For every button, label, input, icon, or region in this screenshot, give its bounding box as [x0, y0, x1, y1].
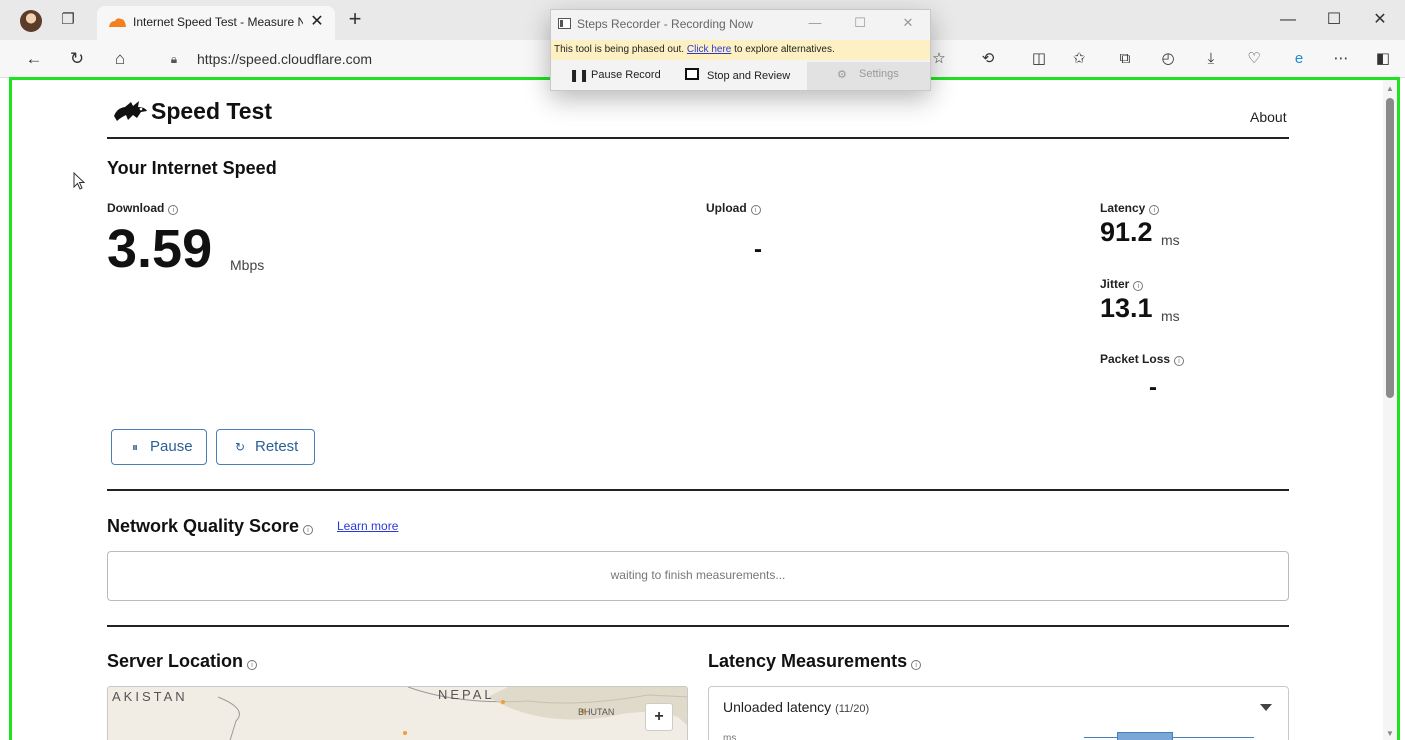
network-quality-heading: Network Quality Score i	[107, 516, 314, 537]
download-icon[interactable]: ⤓	[1200, 49, 1222, 69]
cloudflare-favicon-icon	[109, 18, 126, 27]
sidebar-icon[interactable]: ◧	[1372, 49, 1394, 69]
retest-button[interactable]: ↻ Retest	[216, 429, 315, 465]
download-value: 3.59	[107, 219, 213, 279]
favorite-star-icon[interactable]: ☆	[928, 49, 950, 69]
address-bar-url[interactable]: https://speed.cloudflare.com	[197, 51, 372, 67]
packet-loss-label: Packet Loss i	[1100, 352, 1185, 366]
boxplot-box	[1117, 732, 1173, 740]
page-viewport: Speed Test About Your Internet Speed Dow…	[9, 77, 1400, 740]
latency-value: 91.2	[1100, 217, 1153, 247]
stop-icon	[685, 68, 699, 80]
jitter-value: 13.1	[1100, 293, 1153, 323]
latency-label: Latency i	[1100, 201, 1160, 215]
tab-title: Internet Speed Test - Measure N	[133, 15, 303, 29]
info-icon[interactable]: i	[247, 660, 258, 670]
sr-maximize-icon[interactable]: ☐	[851, 15, 869, 31]
quality-status-text: waiting to finish measurements...	[610, 568, 786, 582]
mouse-cursor-icon	[73, 172, 85, 190]
page-scrollbar[interactable]: ▲ ▼	[1383, 80, 1397, 740]
sr-minimize-icon[interactable]: —	[806, 15, 824, 31]
favorites-icon[interactable]: ✩	[1068, 49, 1090, 69]
pause-icon: ❚❚	[569, 68, 590, 82]
map-label: NEPAL	[438, 687, 495, 702]
refresh-icon[interactable]: ↻	[65, 48, 89, 70]
extensions-icon[interactable]: ⟲	[977, 49, 999, 69]
latency-measurements-panel: Unloaded latency (11/20) ms	[708, 686, 1289, 740]
download-unit: Mbps	[230, 257, 265, 273]
scroll-up-icon[interactable]: ▲	[1385, 84, 1395, 94]
quality-score-box: waiting to finish measurements...	[107, 551, 1289, 601]
collections-icon[interactable]: ⧉	[1114, 49, 1136, 69]
more-icon[interactable]: ⋯	[1330, 49, 1352, 69]
browser-tab[interactable]: Internet Speed Test - Measure N ✕	[97, 6, 335, 40]
steps-recorder-app-icon	[558, 18, 571, 29]
header-divider	[107, 137, 1289, 139]
dropdown-caret-icon[interactable]	[1260, 704, 1272, 711]
new-tab-button[interactable]: +	[344, 8, 366, 30]
about-link[interactable]: About	[1250, 109, 1287, 125]
split-screen-icon[interactable]: ◫	[1028, 49, 1050, 69]
section-divider	[107, 489, 1289, 491]
settings-button[interactable]: ⚙ Settings	[807, 62, 930, 90]
stop-and-review-button[interactable]: Stop and Review	[685, 68, 790, 82]
back-icon[interactable]: ←	[22, 48, 46, 70]
jitter-unit: ms	[1161, 308, 1180, 324]
rabbit-logo-icon	[114, 101, 147, 121]
steps-recorder-window: Steps Recorder - Recording Now — ☐ ✕ Thi…	[550, 9, 931, 91]
minimize-icon[interactable]: —	[1276, 10, 1300, 30]
info-icon[interactable]: i	[303, 525, 314, 535]
download-label: Download i	[107, 201, 179, 215]
learn-more-link[interactable]: Learn more	[337, 519, 398, 533]
gear-icon: ⚙	[837, 69, 847, 81]
info-icon[interactable]: i	[168, 205, 179, 215]
alternatives-link[interactable]: Click here	[687, 44, 731, 55]
map-label: BHUTAN	[578, 707, 615, 717]
server-location-map[interactable]: AKISTAN NEPAL BHUTAN +	[107, 686, 688, 740]
tab-close-icon[interactable]: ✕	[307, 12, 327, 32]
info-icon[interactable]: i	[750, 205, 761, 215]
latency-count: (11/20)	[835, 703, 870, 715]
pause-circle-icon: ⏸︎	[131, 440, 138, 454]
map-label: AKISTAN	[112, 689, 188, 704]
maximize-icon[interactable]: ☐	[1322, 10, 1346, 30]
jitter-label: Jitter i	[1100, 277, 1144, 291]
section-divider	[107, 625, 1289, 627]
latency-type-select[interactable]: Unloaded latency (11/20)	[723, 699, 869, 715]
upload-value: -	[754, 236, 762, 263]
pause-button[interactable]: ⏸︎ Pause	[111, 429, 207, 465]
latency-unit: ms	[1161, 232, 1180, 248]
steps-recorder-title: Steps Recorder - Recording Now	[577, 17, 754, 31]
server-location-heading: Server Location i	[107, 651, 258, 672]
upload-label: Upload i	[706, 201, 761, 215]
scroll-down-icon[interactable]: ▼	[1385, 729, 1395, 739]
info-icon[interactable]: i	[1174, 356, 1185, 366]
speed-test-page: Speed Test About Your Internet Speed Dow…	[12, 80, 1389, 740]
close-window-icon[interactable]: ✕	[1368, 10, 1392, 30]
lock-icon[interactable]: 🔒︎	[166, 50, 182, 68]
latency-measurements-heading: Latency Measurements i	[708, 651, 922, 672]
axis-unit-label: ms	[723, 733, 737, 740]
tab-actions-icon[interactable]: ❐	[59, 11, 77, 29]
pause-record-button[interactable]: ❚❚ Pause Record	[569, 68, 661, 82]
sr-close-icon[interactable]: ✕	[899, 15, 917, 31]
zoom-in-button[interactable]: +	[645, 703, 673, 731]
browser-essentials-icon[interactable]: ♡	[1243, 49, 1265, 69]
retest-icon: ↻	[234, 440, 246, 454]
edge-icon[interactable]: e	[1288, 49, 1310, 69]
info-icon[interactable]: i	[1149, 205, 1160, 215]
profile-avatar[interactable]	[20, 10, 42, 32]
home-icon[interactable]: ⌂	[108, 48, 132, 70]
phase-out-notice: This tool is being phased out. Click her…	[551, 40, 930, 60]
info-icon[interactable]: i	[911, 660, 922, 670]
info-icon[interactable]: i	[1133, 281, 1144, 291]
steps-recorder-actions: ❚❚ Pause Record Stop and Review ⚙ Settings	[551, 62, 930, 90]
scrollbar-thumb[interactable]	[1386, 98, 1394, 398]
your-internet-speed-heading: Your Internet Speed	[107, 158, 277, 178]
packet-loss-value: -	[1149, 374, 1157, 401]
site-logo-text[interactable]: Speed Test	[151, 98, 272, 125]
history-icon[interactable]: ◴	[1157, 49, 1179, 69]
